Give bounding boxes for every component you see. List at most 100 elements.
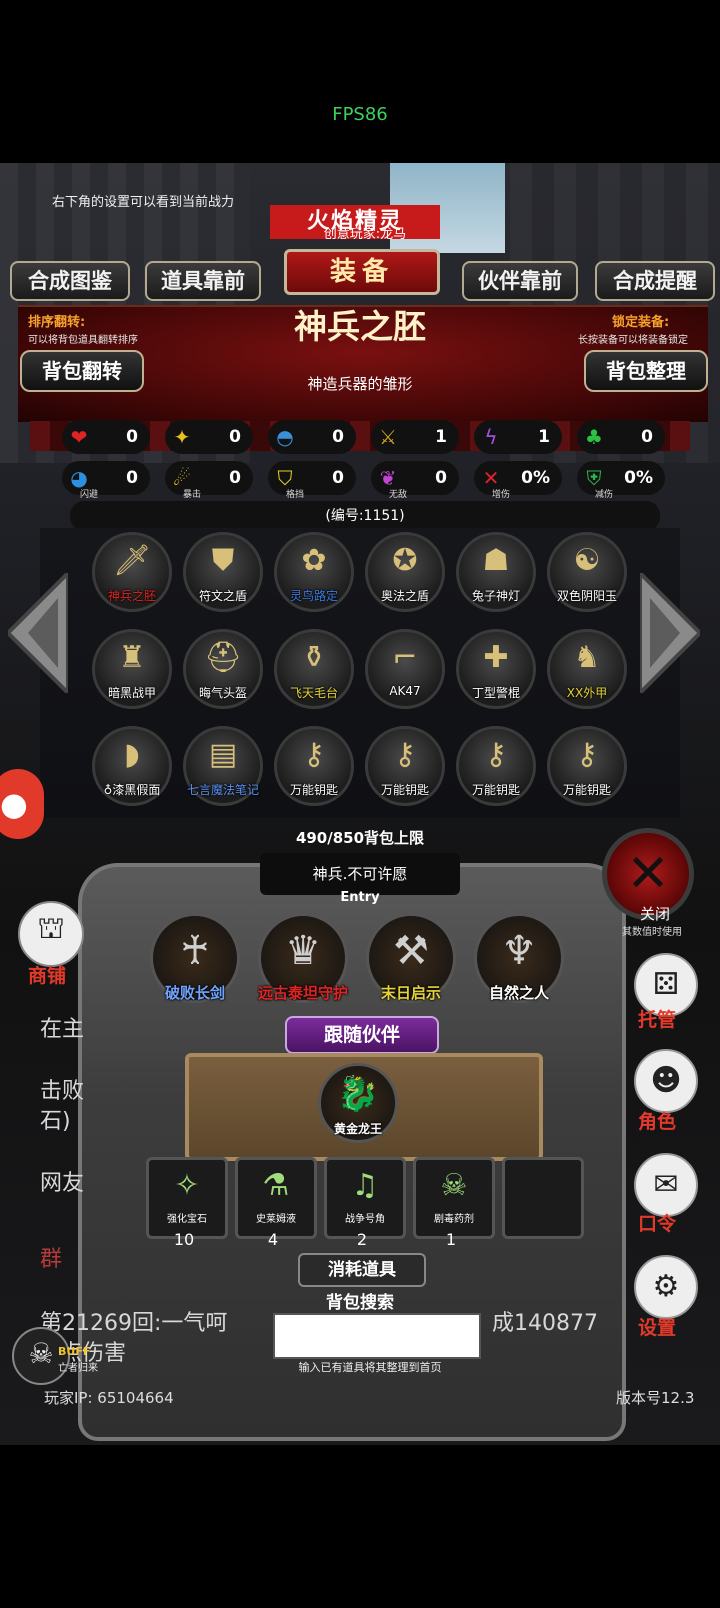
inventory-slot[interactable]: ⚷ 万能钥匙 [274,726,354,806]
inventory-slot[interactable]: ▤ 七言魔法笔记 [183,726,263,806]
next-page-arrow-icon[interactable] [640,573,700,693]
sort-flip-label: 排序翻转: [28,315,86,330]
inventory-slot[interactable]: ⚱ 飞天毛台 [274,629,354,709]
partner-slot[interactable]: ♰ 破败长剑 [150,913,240,1003]
bag-search-input[interactable] [273,1313,481,1359]
bag-capacity: 490/850背包上限 [295,829,425,847]
item-icon: ⚷ [485,737,507,772]
inventory-slot[interactable]: ◗ ♁漆黑假面 [92,726,172,806]
consumable-slot[interactable]: ✧ 强化宝石 [146,1157,228,1239]
inventory-slot[interactable]: 🗡 神兵之胚 [92,532,172,612]
page-title: 装备 [284,249,440,295]
consumable-name: 史莱姆液 [256,1214,296,1225]
inventory-slot[interactable]: ✿ 灵鸟路定 [274,532,354,612]
dragon-icon: 🐉 [336,1074,380,1114]
consumable-count: 10 [173,1230,195,1249]
inventory-slot[interactable]: ⚷ 万能钥匙 [547,726,627,806]
item-icon: ♜ [118,640,146,675]
consumable-slot[interactable]: ♫ 战争号角 [324,1157,406,1239]
consumable-name: 强化宝石 [167,1214,207,1225]
log-line-6: 第21269回:一气呵 [40,1311,228,1336]
stat-value: 0% [521,468,550,488]
partner-icon: ♰ [180,928,210,974]
partner-icon: ♆ [501,928,537,974]
item-icon: 🗡 [112,543,152,578]
settings-button[interactable]: ⚙ [634,1255,698,1319]
selected-item-name: 神兵之胚 [294,307,426,346]
avatar-float-button[interactable]: ● [0,769,44,839]
code-button[interactable]: ✉ [634,1153,698,1217]
log-line-4: 网友 [40,1171,85,1196]
item-name: 灵鸟路定 [289,589,338,603]
consumable-name: 战争号角 [345,1214,385,1225]
sort-flip-desc: 可以将背包道具翻转排序 [28,335,138,346]
item-name: 万能钥匙 [289,783,338,797]
clover-icon: ♣ [585,425,603,449]
inventory-slot[interactable]: ✚ 丁型警棍 [456,629,536,709]
consumable-slot[interactable]: ⚗ 史莱姆液 [235,1157,317,1239]
items-first-button[interactable]: 道具靠前 [145,261,261,301]
stat-label: 增伤 [492,490,511,500]
shop-button[interactable]: ⛫ [18,901,84,967]
item-name: 暗黑战甲 [107,686,156,700]
item-name: AK47 [389,684,421,698]
log-line-3: 石) [40,1109,71,1134]
partner-slot[interactable]: ♆ 自然之人 [474,913,564,1003]
stat-value: 0 [332,427,344,447]
stat-pill: ⛨ 0% 减伤 [577,461,665,500]
inventory-slot[interactable]: ⌐ AK47 [365,629,445,709]
inventory-slot[interactable]: ☯ 双色阴阳玉 [547,532,627,612]
consumable-slot[interactable]: ☠ 剧毒药剂 [413,1157,495,1239]
inventory-slot[interactable]: ♜ 暗黑战甲 [92,629,172,709]
item-icon: ◗ [124,737,140,772]
lock-equip-desc: 长按装备可以将装备锁定 [578,335,688,346]
consumable-label: 消耗道具 [298,1253,426,1287]
synthesis-guide-button[interactable]: 合成图鉴 [10,261,130,301]
item-icon: ⌐ [392,640,418,675]
stat-label: 暴击 [183,490,202,500]
item-name: 万能钥匙 [562,783,611,797]
inventory-slot[interactable]: ⚷ 万能钥匙 [365,726,445,806]
item-name: 兔子神灯 [471,589,520,603]
fps-counter: FPS86 [332,104,388,125]
stat-pill: ♣ 0 [577,420,665,454]
item-name: 万能钥匙 [471,783,520,797]
partner-slot[interactable]: ♛ 远古泰坦守护 [258,913,348,1003]
claw-icon: ⚔ [379,425,397,449]
inventory-slot[interactable]: ⛊ 符文之盾 [183,532,263,612]
prev-page-arrow-icon[interactable] [8,573,68,693]
stat-pill: ❦ 0 无敌 [371,461,459,500]
inventory-slot[interactable]: ⛑ 晦气头盔 [183,629,263,709]
close-icon: ✕ [626,844,670,904]
inventory-slot[interactable]: ☗ 兔子神灯 [456,532,536,612]
item-icon: ✿ [301,543,327,578]
inventory-slot[interactable]: ♞ XX外甲 [547,629,627,709]
bag-flip-button[interactable]: 背包翻转 [20,350,144,392]
lightning-icon: ϟ [484,425,498,449]
follow-partner-slot[interactable]: 🐉 黄金龙王 [318,1063,398,1143]
item-name: 万能钥匙 [380,783,429,797]
consumable-slot[interactable] [502,1157,584,1239]
bag-sort-button[interactable]: 背包整理 [584,350,708,392]
dice-icon: ⚄ [652,967,680,1002]
item-icon: ♞ [573,640,601,675]
stat-value: 1 [538,427,550,447]
partner-slot[interactable]: ⚒ 末日启示 [366,913,456,1003]
partner-name: 远古泰坦守护 [257,984,348,1002]
item-name: 晦气头盔 [198,686,247,700]
inventory-slot[interactable]: ✪ 奥法之盾 [365,532,445,612]
partners-first-button[interactable]: 伙伴靠前 [462,261,578,301]
close-sub-label: 其数值时使用 [622,927,682,938]
item-name: 丁型警棍 [471,686,520,700]
consumable-name: 剧毒药剂 [434,1214,474,1225]
item-name: 符文之盾 [198,589,247,603]
log-line-2: 击败 [40,1079,85,1104]
synthesis-reminder-button[interactable]: 合成提醒 [595,261,715,301]
partner-name: 自然之人 [488,984,549,1002]
stat-pill: ❤ 0 [62,420,150,454]
inventory-slot[interactable]: ⚷ 万能钥匙 [456,726,536,806]
shop-icon: ⛫ [37,911,65,946]
character-button[interactable]: ☻ [634,1049,698,1113]
bag-search-hint: 输入已有道具将其整理到首页 [298,1361,442,1374]
stat-value: 0 [641,427,653,447]
